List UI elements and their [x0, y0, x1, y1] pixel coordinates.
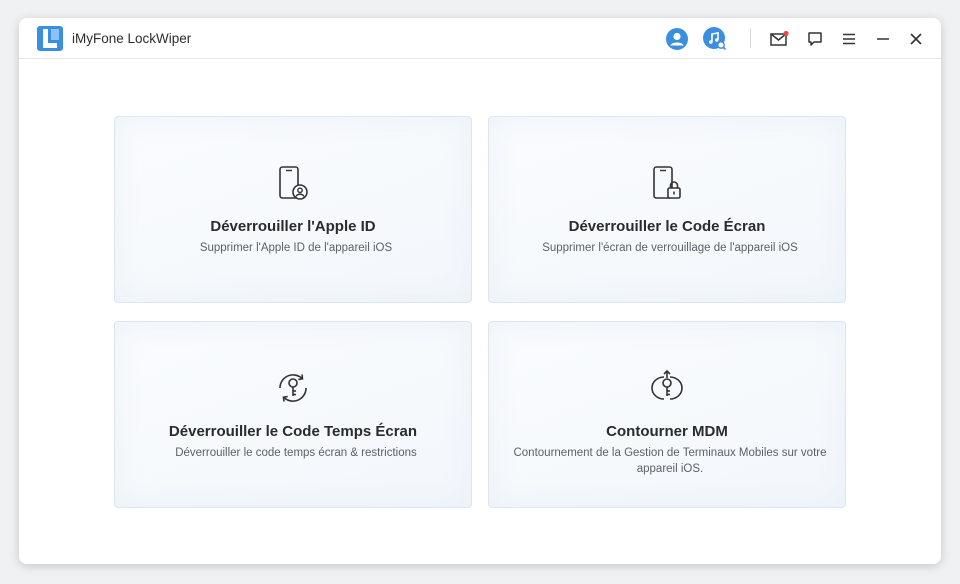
phone-lock-icon: [653, 166, 681, 199]
toolbar-separator: [750, 28, 751, 48]
main-content: Déverrouiller l'Apple ID Supprimer l'App…: [19, 60, 941, 564]
card-title: Déverrouiller le Code Écran: [568, 218, 766, 235]
lockwiper-logo-icon: [37, 26, 63, 51]
music-search-icon[interactable]: [703, 27, 727, 51]
card-description: Supprimer l'Apple ID de l'appareil iOS: [199, 242, 393, 254]
title-bar: iMyFone LockWiper: [19, 18, 941, 59]
key-refresh-icon: [279, 374, 307, 402]
card-description: Déverrouiller le code temps écran & rest…: [175, 447, 417, 459]
card-description: Contournement de la Gestion de Terminaux…: [513, 447, 827, 475]
card-title: Déverrouiller l'Apple ID: [210, 218, 376, 235]
close-icon[interactable]: [904, 27, 928, 51]
card-bypass-mdm[interactable]: Contourner MDM Contournement de la Gesti…: [488, 321, 846, 508]
card-description: Supprimer l'écran de verrouillage de l'a…: [542, 242, 798, 254]
card-unlock-screen-time[interactable]: Déverrouiller le Code Temps Écran Déverr…: [114, 321, 472, 508]
user-account-icon[interactable]: [665, 27, 689, 51]
card-unlock-apple-id[interactable]: Déverrouiller l'Apple ID Supprimer l'App…: [114, 116, 472, 303]
app-window: iMyFone LockWiper Déverrouiller l'Apple …: [19, 18, 941, 564]
key-bypass-icon: [651, 369, 683, 400]
card-title: Contourner MDM: [606, 423, 728, 440]
minimize-icon[interactable]: [871, 27, 895, 51]
feedback-icon[interactable]: [803, 27, 827, 51]
menu-icon[interactable]: [837, 27, 861, 51]
app-title: iMyFone LockWiper: [72, 31, 192, 46]
mail-notification-icon[interactable]: [767, 27, 791, 51]
phone-user-icon: [279, 166, 308, 200]
card-unlock-screen-code[interactable]: Déverrouiller le Code Écran Supprimer l'…: [488, 116, 846, 303]
card-title: Déverrouiller le Code Temps Écran: [168, 423, 418, 440]
